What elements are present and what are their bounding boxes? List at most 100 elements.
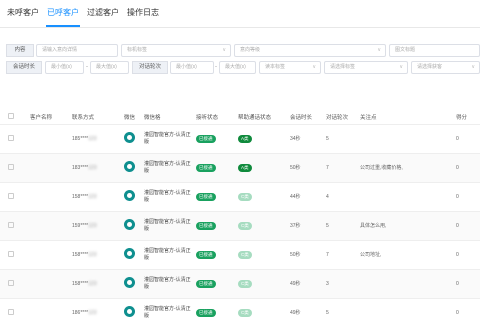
row-select-cell[interactable] (0, 239, 28, 269)
tab-called[interactable]: 已呼客户 (43, 7, 83, 27)
row-checkbox[interactable] (8, 221, 14, 228)
wechat-name: 灌园智能官方-认清正版 (144, 305, 191, 319)
duration-cell: 49秒 (288, 297, 324, 327)
row-select-cell[interactable] (0, 268, 28, 298)
row-select-cell[interactable] (0, 152, 28, 182)
wechat-name: 灌园智能官方-认清正版 (144, 160, 191, 174)
empty-cell (420, 152, 454, 182)
intent-badge: C类 (238, 250, 252, 259)
tag-select[interactable]: 请选择标签 ∨ (324, 61, 408, 74)
customer-name-cell (28, 297, 70, 327)
row-select-cell[interactable] (0, 123, 28, 153)
focus-cell (358, 268, 420, 298)
answer-cell: 已接通 (194, 268, 236, 298)
rounds-cell: 3 (324, 268, 358, 298)
wechat-name-cell: 灌园智能官方-认清正版 (142, 210, 194, 240)
customer-name-cell (28, 181, 70, 211)
table-row[interactable]: 186****123 灌园智能官方-认清正版 已接通 C类 49秒 5 0 (0, 297, 480, 327)
table-row[interactable]: 158****123 灌园智能官方-认清正版 已接通 C类 44秒 4 0 (0, 181, 480, 211)
col-header: 帮助通话状态 (238, 114, 272, 121)
read-select[interactable]: 读本标签 ∨ (259, 61, 321, 74)
customer-table: 客户名称 联系方式 微信 微信格 接听状态 帮助通话状态 会话时长 对话轮次 关… (0, 110, 480, 327)
source-select[interactable]: 请选择获客 ∨ (411, 61, 480, 74)
phone-number: 185**** (72, 135, 89, 142)
phone-cell: 183****123 (70, 152, 122, 182)
title-input[interactable]: 图文标题 (389, 44, 480, 57)
masked-digits: 123 (88, 309, 97, 316)
range-separator: - (215, 64, 217, 70)
score-cell: 0 (454, 239, 480, 269)
duration-cell: 34秒 (288, 123, 324, 153)
focus-cell: 公司过重,收藏价格, (358, 152, 420, 182)
task-select[interactable]: 意向等级 ∨ (234, 44, 386, 57)
wechat-name-cell: 灌园智能官方-认清正版 (142, 297, 194, 327)
row-checkbox[interactable] (8, 163, 14, 170)
table-row[interactable]: 158****123 灌园智能官方-认清正版 已接通 C类 49秒 3 0 (0, 268, 480, 298)
intent-cell: A类 (236, 123, 288, 153)
chevron-down-icon: ∨ (471, 64, 475, 70)
name-input[interactable]: 请输入意向详情 (36, 44, 118, 57)
row-checkbox[interactable] (8, 250, 14, 257)
phone-number: 158**** (72, 251, 89, 258)
wechat-avatar-icon (124, 161, 135, 172)
duration-label: 会话时长 (6, 61, 42, 74)
col-header: 会话时长 (290, 114, 313, 121)
col-header: 接听状态 (196, 114, 219, 121)
col-header: 联系方式 (72, 114, 95, 121)
answer-cell: 已接通 (194, 152, 236, 182)
select-all-header[interactable] (0, 110, 28, 124)
answer-cell: 已接通 (194, 181, 236, 211)
rounds-cell: 5 (324, 210, 358, 240)
table-row[interactable]: 183****123 灌园智能官方-认清正版 已接通 A类 50秒 7 公司过重,收藏价格,… (0, 152, 480, 182)
wechat-name-cell: 灌园智能官方-认清正版 (142, 181, 194, 211)
col-header: 微信 (124, 114, 136, 121)
customer-name-cell (28, 210, 70, 240)
tab-uncalled[interactable]: 未呼客户 (3, 7, 43, 27)
rounds-max-input[interactable]: 最大值(s) (219, 61, 256, 74)
row-checkbox[interactable] (8, 308, 14, 315)
row-checkbox[interactable] (8, 279, 14, 286)
tab-filtered[interactable]: 过滤客户 (83, 7, 123, 27)
customer-name-cell (28, 152, 70, 182)
rounds-min-input[interactable]: 最小值(s) (170, 61, 214, 74)
row-select-cell[interactable] (0, 210, 28, 240)
duration-cell: 44秒 (288, 181, 324, 211)
tab-operation-log[interactable]: 操作日志 (123, 7, 163, 27)
duration-cell: 49秒 (288, 268, 324, 298)
answer-status-badge: 已接通 (196, 279, 216, 288)
wechat-avatar-icon (124, 219, 135, 230)
row-checkbox[interactable] (8, 134, 14, 141)
wechat-name: 灌园智能官方-认清正版 (144, 218, 191, 232)
duration-max-input[interactable]: 最大值(s) (90, 61, 129, 74)
group-select[interactable]: 标机标签 ∨ (121, 44, 231, 57)
table-row[interactable]: 185****123 灌园智能官方-认清正版 已接通 A类 34秒 5 0 (0, 123, 480, 153)
rounds-cell: 5 (324, 123, 358, 153)
wechat-cell (122, 123, 142, 153)
phone-cell: 185****123 (70, 123, 122, 153)
intent-cell: C类 (236, 239, 288, 269)
duration-min-input[interactable]: 最小值(s) (45, 61, 84, 74)
wechat-name-cell: 灌园智能官方-认清正版 (142, 152, 194, 182)
score-cell: 0 (454, 123, 480, 153)
rounds-cell: 5 (324, 297, 358, 327)
phone-cell: 158****123 (70, 239, 122, 269)
row-checkbox[interactable] (8, 192, 14, 199)
table-row[interactable]: 159****123 灌园智能官方-认清正版 已接通 C类 37秒 5 具体怎么用, 0 (0, 210, 480, 240)
score-cell: 0 (454, 268, 480, 298)
intent-badge: A类 (238, 134, 252, 143)
chevron-down-icon: ∨ (399, 64, 403, 70)
col-header: 客户名称 (30, 114, 53, 121)
row-select-cell[interactable] (0, 297, 28, 327)
answer-cell: 已接通 (194, 239, 236, 269)
row-select-cell[interactable] (0, 181, 28, 211)
col-header: 微信格 (144, 114, 161, 121)
wechat-cell (122, 152, 142, 182)
empty-cell (420, 268, 454, 298)
col-header (420, 110, 454, 124)
wechat-cell (122, 239, 142, 269)
masked-digits: 123 (88, 280, 97, 287)
table-row[interactable]: 158****123 灌园智能官方-认清正版 已接通 C类 50秒 7 公司地址, 0 (0, 239, 480, 269)
select-all-checkbox[interactable] (8, 112, 14, 119)
empty-cell (420, 297, 454, 327)
answer-status-badge: 已接通 (196, 221, 216, 230)
